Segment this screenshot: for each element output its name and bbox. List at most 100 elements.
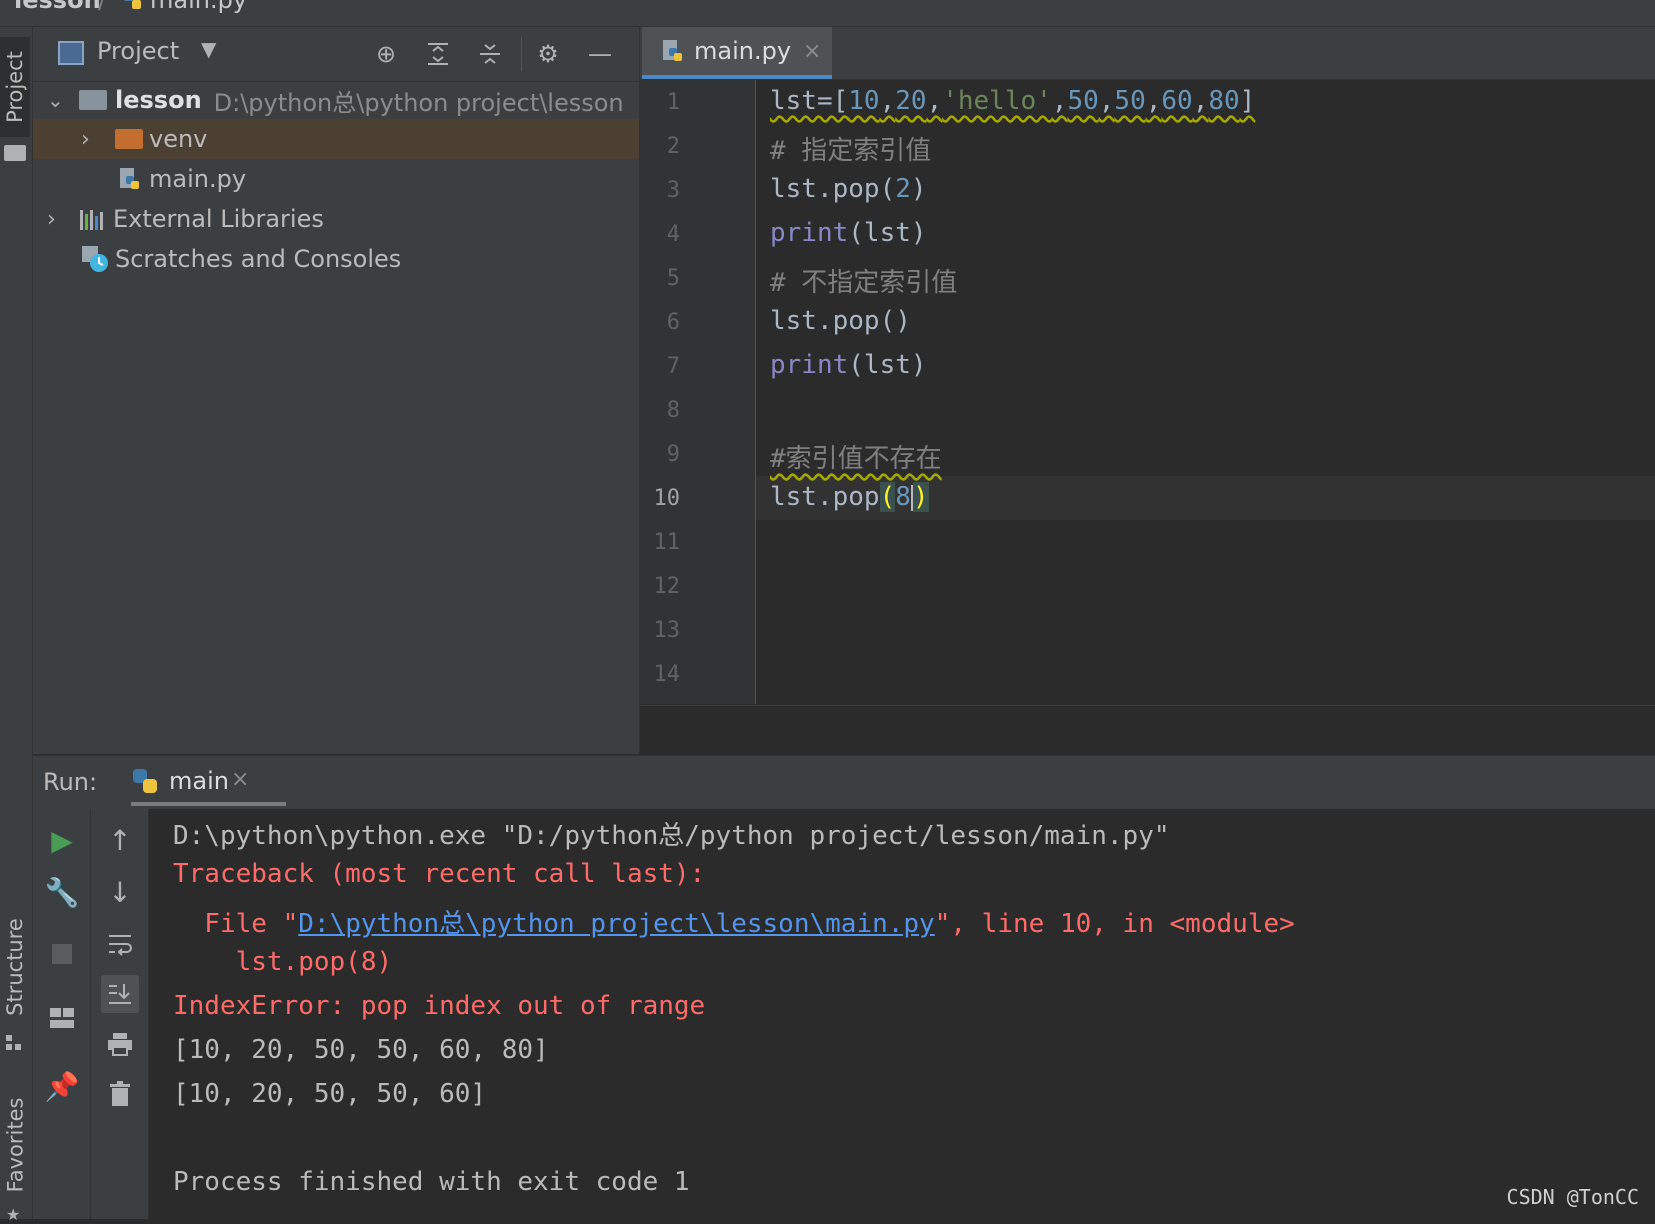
soft-wrap-icon[interactable]	[101, 925, 139, 963]
line-number: 3	[666, 178, 680, 203]
tree-item-label: venv	[149, 125, 208, 153]
line-number: 4	[666, 222, 680, 247]
editor-tab-main-py[interactable]: main.py ×	[642, 27, 832, 79]
trash-icon[interactable]	[101, 1075, 139, 1113]
code-token: lst.pop	[770, 482, 880, 512]
console-code-line: lst.pop(8)	[173, 947, 393, 977]
console-traceback: Traceback (most recent call last):	[173, 859, 706, 889]
console-exit: Process finished with exit code 1	[173, 1167, 690, 1197]
locate-icon[interactable]: ⊕	[371, 39, 401, 69]
editor-tab-bar: main.py ×	[640, 27, 1655, 80]
python-file-icon	[660, 38, 686, 64]
breadcrumb-project[interactable]: lesson	[14, 0, 101, 14]
close-icon[interactable]: ×	[231, 767, 249, 792]
arrow-up-icon[interactable]: ↑	[101, 821, 139, 859]
scroll-to-end-icon[interactable]	[101, 975, 139, 1013]
structure-icon	[6, 1035, 22, 1051]
console-text: File "	[173, 909, 299, 939]
tree-item-lesson[interactable]: ⌄ lesson D:\python总\python project\lesso…	[33, 80, 639, 120]
close-icon[interactable]: ×	[803, 39, 821, 64]
project-view-title[interactable]: Project	[97, 37, 179, 65]
stop-icon[interactable]	[43, 935, 81, 973]
line-number: 12	[653, 574, 681, 599]
chevron-right-icon[interactable]: ›	[81, 127, 103, 152]
header-divider	[521, 37, 522, 71]
line-number: 14	[653, 662, 681, 687]
code-line-3: lst.pop(2)	[770, 174, 927, 204]
run-panel-header: Run: main ×	[33, 755, 1655, 810]
tree-item-venv[interactable]: › venv	[33, 119, 639, 159]
layout-icon[interactable]	[43, 999, 81, 1037]
line-number-current: 10	[653, 486, 681, 511]
console-file-line: File "D:\python总\python project\lesson\m…	[173, 903, 1295, 940]
console-command: D:\python\python.exe "D:/python总/python …	[173, 821, 1170, 851]
line-number: 2	[666, 134, 680, 159]
tree-item-path: D:\python总\python project\lesson	[213, 88, 624, 117]
breadcrumb: lesson / main.py	[0, 0, 1655, 27]
console-text: ", line 10, in <module>	[934, 909, 1295, 939]
libraries-icon	[79, 208, 107, 230]
code-line-1: lst=[10,20,'hello',50,50,60,80]	[770, 86, 1256, 116]
line-number: 13	[653, 618, 681, 643]
chevron-right-icon[interactable]: ›	[47, 207, 69, 232]
favorites-tool-tab-label: Favorites	[3, 1097, 28, 1192]
arrow-down-icon[interactable]: ↓	[101, 873, 139, 911]
code-line-5: # 不指定索引值	[770, 268, 958, 298]
project-panel-header: Project ▼ ⊕ ⚙ —	[33, 27, 639, 82]
run-tab-label: main	[169, 767, 229, 795]
code-line-6: lst.pop()	[770, 306, 911, 336]
folder-icon	[4, 145, 26, 161]
code-token: (lst)	[848, 350, 927, 380]
console-output: [10, 20, 50, 50, 60]	[173, 1079, 487, 1109]
code-token: (lst)	[848, 218, 927, 248]
matched-brace: )	[912, 482, 929, 512]
structure-tool-tab[interactable]: Structure	[0, 907, 30, 1027]
tree-item-scratches[interactable]: Scratches and Consoles	[33, 239, 639, 279]
project-tool-tab[interactable]: Project	[0, 37, 30, 137]
line-number: 5	[666, 266, 680, 291]
project-panel: Project ▼ ⊕ ⚙ — ⌄ lesson D:\python总\pyth…	[33, 27, 640, 754]
minimize-icon[interactable]: —	[585, 39, 615, 69]
rerun-icon[interactable]: ▶	[43, 821, 81, 859]
structure-tool-tab-label: Structure	[3, 918, 28, 1016]
chevron-down-icon[interactable]: ⌄	[47, 88, 69, 112]
chevron-down-icon[interactable]: ▼	[201, 37, 216, 61]
tree-item-label: Scratches and Consoles	[115, 245, 402, 273]
console-file-link[interactable]: D:\python总\python project\lesson\main.py	[298, 909, 934, 939]
favorites-tool-tab[interactable]: Favorites	[0, 1087, 30, 1202]
run-console[interactable]: D:\python\python.exe "D:/python总/python …	[149, 809, 1655, 1219]
code-editor[interactable]: lst=[10,20,'hello',50,50,60,80] # 指定索引值 …	[756, 80, 1655, 704]
code-line-2: # 指定索引值	[770, 136, 932, 166]
scratches-icon	[81, 245, 109, 273]
line-number: 7	[666, 354, 680, 379]
project-tool-tab-label: Project	[3, 51, 28, 123]
tree-item-main-py[interactable]: main.py	[33, 159, 639, 199]
breadcrumb-separator: /	[98, 0, 107, 14]
console-output: [10, 20, 50, 50, 60, 80]	[173, 1035, 549, 1065]
code-token: lst.pop(	[770, 174, 896, 204]
folder-icon	[115, 129, 143, 149]
pin-icon[interactable]: 📌	[43, 1067, 81, 1105]
line-number: 6	[666, 310, 680, 335]
python-file-icon	[117, 166, 143, 192]
code-line-7: print(lst)	[770, 350, 927, 380]
tree-item-external-libraries[interactable]: › External Libraries	[33, 199, 639, 239]
print-icon[interactable]	[101, 1025, 139, 1063]
code-line-4: print(lst)	[770, 218, 927, 248]
left-tool-stripe: Project Structure Favorites ★	[0, 27, 33, 1224]
tree-item-label: External Libraries	[113, 205, 324, 233]
collapse-all-icon[interactable]	[475, 39, 505, 69]
code-token: )	[910, 174, 927, 204]
line-number-gutter: 1 2 3 4 5 6 7 8 9 10 11 12 13 14	[640, 80, 756, 704]
breadcrumb-file[interactable]: main.py	[150, 0, 247, 14]
run-tab-main[interactable]: main ×	[131, 756, 286, 806]
expand-all-icon[interactable]	[423, 39, 453, 69]
project-view-icon	[58, 41, 84, 65]
code-number: 2	[895, 174, 911, 204]
watermark: CSDN @TonCC	[1506, 1185, 1639, 1209]
python-file-icon	[122, 0, 144, 14]
gear-icon[interactable]: ⚙	[533, 39, 563, 69]
console-error: IndexError: pop index out of range	[173, 991, 706, 1021]
wrench-icon[interactable]: 🔧	[43, 873, 81, 911]
code-keyword: print	[770, 218, 849, 248]
